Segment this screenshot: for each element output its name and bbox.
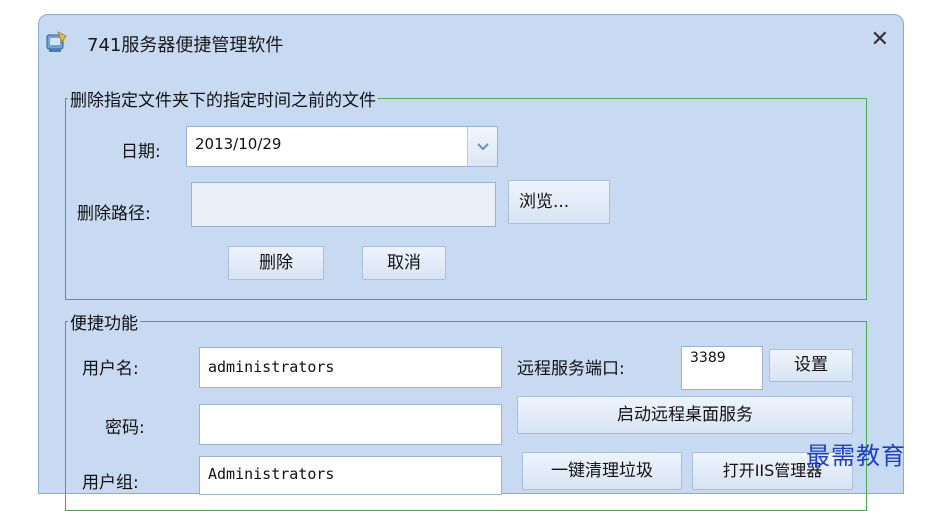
title-bar: 741服务器便捷管理软件 ✕ [39, 15, 903, 71]
delete-path-label: 删除路径: [77, 204, 151, 224]
start-remote-desktop-button[interactable]: 启动远程桌面服务 [517, 396, 853, 434]
password-input[interactable] [199, 404, 502, 445]
watermark-text: 最需教育 [806, 442, 906, 470]
set-port-button[interactable]: 设置 [769, 349, 853, 382]
cancel-button[interactable]: 取消 [362, 246, 446, 280]
username-input[interactable]: administrators [199, 347, 502, 388]
browse-button[interactable]: 浏览... [508, 180, 610, 224]
usergroup-label: 用户组: [82, 473, 139, 493]
delete-path-input[interactable] [191, 182, 496, 227]
date-select[interactable]: 2013/10/29 [186, 126, 498, 167]
app-icon [44, 30, 68, 54]
date-label: 日期: [121, 142, 161, 162]
app-window: 741服务器便捷管理软件 ✕ 删除指定文件夹下的指定时间之前的文件 日期: 20… [38, 14, 904, 511]
window-title: 741服务器便捷管理软件 [87, 35, 284, 56]
password-label: 密码: [105, 418, 145, 438]
port-input[interactable]: 3389 [681, 346, 763, 390]
delete-button[interactable]: 删除 [228, 246, 324, 280]
username-label: 用户名: [82, 359, 139, 379]
chevron-down-icon[interactable] [467, 127, 497, 166]
delete-group-legend: 删除指定文件夹下的指定时间之前的文件 [70, 91, 376, 111]
close-icon[interactable]: ✕ [871, 29, 889, 51]
date-value: 2013/10/29 [195, 135, 282, 153]
clean-junk-button[interactable]: 一键清理垃圾 [522, 452, 682, 490]
quick-group-legend: 便捷功能 [70, 314, 138, 334]
usergroup-input[interactable]: Administrators [199, 456, 502, 495]
port-label: 远程服务端口: [517, 359, 625, 379]
